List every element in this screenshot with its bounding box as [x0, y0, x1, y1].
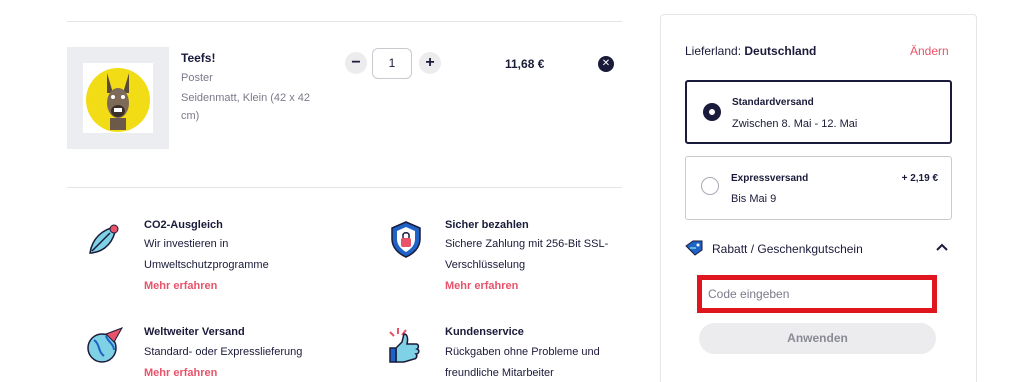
globe-plane-icon [84, 326, 124, 366]
thumbs-up-icon [386, 326, 426, 366]
coupon-toggle[interactable]: Rabatt / Geschenkgutschein [685, 238, 952, 260]
item-divider [67, 187, 622, 188]
chevron-up-icon[interactable] [935, 240, 949, 254]
delivery-country-label: Lieferland: [685, 44, 745, 58]
feature-text-co2-line1: Wir investieren in [144, 238, 229, 250]
shipping-option-name: Standardversand [732, 97, 814, 108]
shipping-option-price: + 2,19 € [901, 173, 938, 184]
decrease-quantity-button[interactable]: − [345, 52, 367, 74]
shield-lock-icon [386, 219, 426, 259]
shipping-option-name: Expressversand [731, 173, 809, 184]
change-country-link[interactable]: Ändern [910, 44, 949, 58]
product-thumbnail[interactable] [67, 47, 169, 149]
quantity-field[interactable]: 1 [372, 48, 412, 79]
radio-selected-icon[interactable] [703, 103, 721, 121]
leaf-bug-icon [84, 219, 124, 259]
feature-link-shipping[interactable]: Mehr erfahren [144, 367, 217, 379]
feature-link-co2[interactable]: Mehr erfahren [144, 280, 217, 292]
feature-text-secure-line1: Sichere Zahlung mit 256-Bit SSL- [445, 238, 609, 250]
remove-item-button[interactable]: ✕ [598, 56, 614, 72]
top-divider [67, 21, 622, 22]
item-price: 11,68 € [505, 57, 545, 71]
shipping-option-date: Bis Mai 9 [731, 193, 777, 205]
feature-title-shipping: Weltweiter Versand [144, 326, 245, 338]
feature-text-service-line1: Rückgaben ohne Probleme und [445, 346, 600, 358]
feature-text-co2-line2: Umweltschutzprogramme [144, 259, 269, 271]
delivery-country: Lieferland: Deutschland [685, 44, 816, 58]
feature-link-secure[interactable]: Mehr erfahren [445, 280, 518, 292]
shipping-option-standard[interactable]: Standardversand Zwischen 8. Mai - 12. Ma… [685, 80, 952, 144]
coupon-label: Rabatt / Geschenkgutschein [712, 242, 863, 256]
feature-text-service-line2: freundliche Mitarbeiter [445, 367, 554, 379]
product-type: Poster [181, 72, 213, 84]
coupon-tag-icon [685, 240, 703, 256]
product-variant-line1: Seidenmatt, Klein (42 x 42 [181, 92, 311, 104]
apply-coupon-button[interactable]: Anwenden [699, 323, 936, 354]
product-title[interactable]: Teefs! [181, 51, 215, 65]
feature-title-secure: Sicher bezahlen [445, 219, 529, 231]
feature-title-service: Kundenservice [445, 326, 524, 338]
product-image [83, 63, 153, 133]
increase-quantity-button[interactable]: + [419, 52, 441, 74]
product-variant-line2: cm) [181, 110, 200, 122]
radio-unselected-icon[interactable] [701, 177, 719, 195]
feature-text-secure-line2: Verschlüsselung [445, 259, 526, 271]
feature-text-shipping-line1: Standard- oder Expresslieferung [144, 346, 303, 358]
feature-title-co2: CO2-Ausgleich [144, 219, 223, 231]
shipping-option-date: Zwischen 8. Mai - 12. Mai [732, 118, 858, 130]
coupon-code-input[interactable] [704, 281, 928, 306]
shipping-option-express[interactable]: Expressversand Bis Mai 9 + 2,19 € [685, 156, 952, 220]
delivery-country-value: Deutschland [744, 44, 817, 58]
